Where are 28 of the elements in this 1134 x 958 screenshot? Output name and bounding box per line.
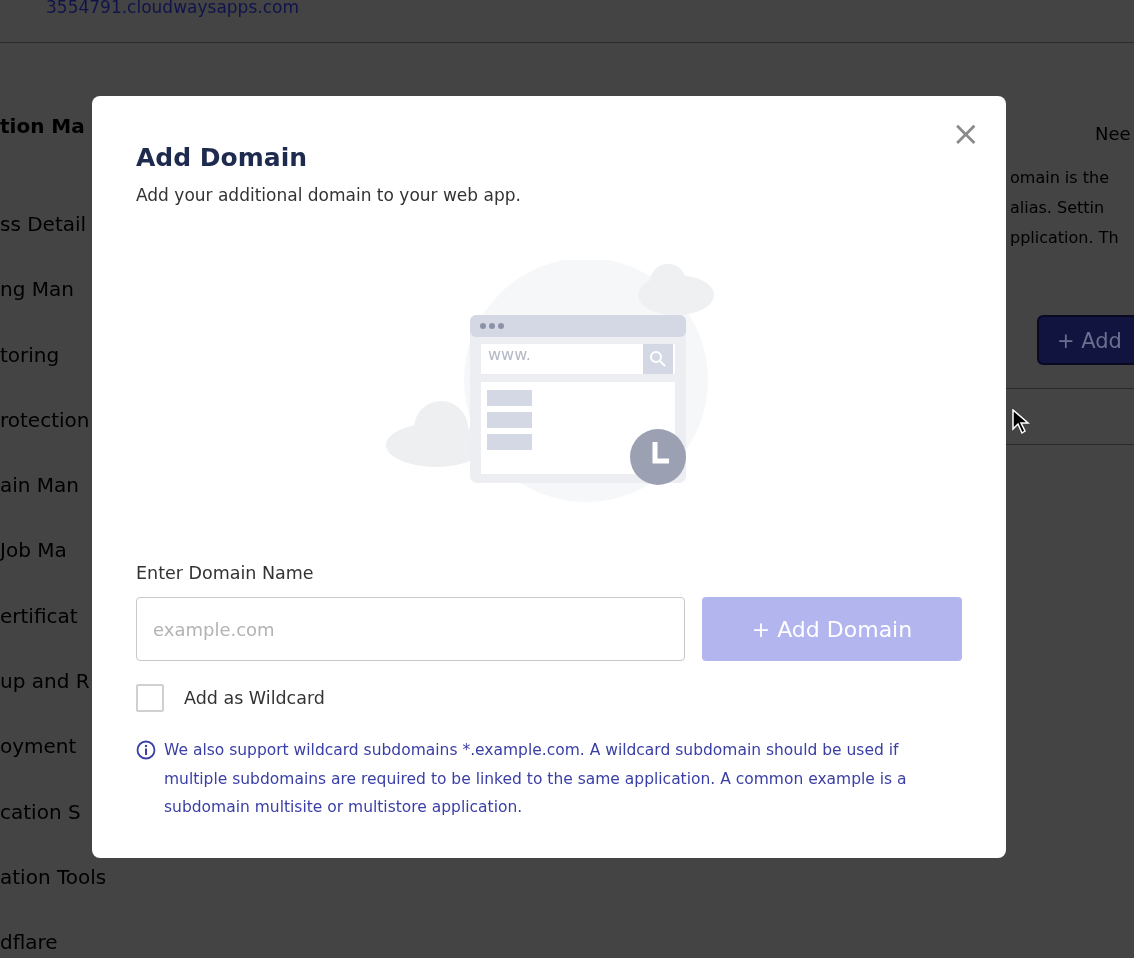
address-text: www.	[488, 345, 531, 364]
add-button[interactable]: + Add	[1037, 315, 1134, 365]
modal-title: Add Domain	[136, 142, 309, 174]
sidebar-item[interactable]: oyment	[0, 731, 77, 762]
help-link[interactable]: Nee	[1095, 123, 1131, 144]
sidebar-item[interactable]: ertificat	[0, 600, 78, 631]
sidebar-item[interactable]: up and R	[0, 666, 90, 697]
sidebar-item[interactable]: tion Ma	[0, 111, 85, 141]
description-text: pplication. Th	[1010, 227, 1119, 249]
sidebar-item[interactable]: rotection	[0, 404, 90, 435]
wildcard-checkbox[interactable]	[136, 684, 164, 712]
sidebar-item[interactable]: ss Detail	[0, 209, 87, 239]
sidebar-item[interactable]: toring	[0, 339, 60, 370]
modal-subtitle: Add your additional domain to your web app.	[136, 184, 522, 207]
description-text: alias. Settin	[1010, 197, 1105, 219]
description-text: omain is the	[1010, 167, 1109, 189]
field-label: Enter Domain Name	[136, 562, 315, 585]
sidebar-item[interactable]: cation S	[0, 796, 81, 827]
domain-input[interactable]: example.com	[136, 597, 685, 661]
info-text: We also support wildcard subdomains *.example.com. A wildcard subdomain should be used if multiple subdomains are required to be linked to the same application. A common example is a subdomain multisite or multistore application.	[164, 740, 908, 818]
cursor-icon	[1012, 409, 1030, 435]
info-icon	[136, 740, 156, 760]
sidebar-item[interactable]: ation Tools	[0, 861, 107, 892]
sidebar-item[interactable]: dflare	[0, 927, 58, 958]
sidebar-item[interactable]: ain Man	[0, 470, 80, 501]
sidebar-item[interactable]: ng Man	[0, 274, 74, 305]
close-button[interactable]: ×	[949, 118, 982, 148]
wildcard-label: Add as Wildcard	[184, 688, 325, 708]
